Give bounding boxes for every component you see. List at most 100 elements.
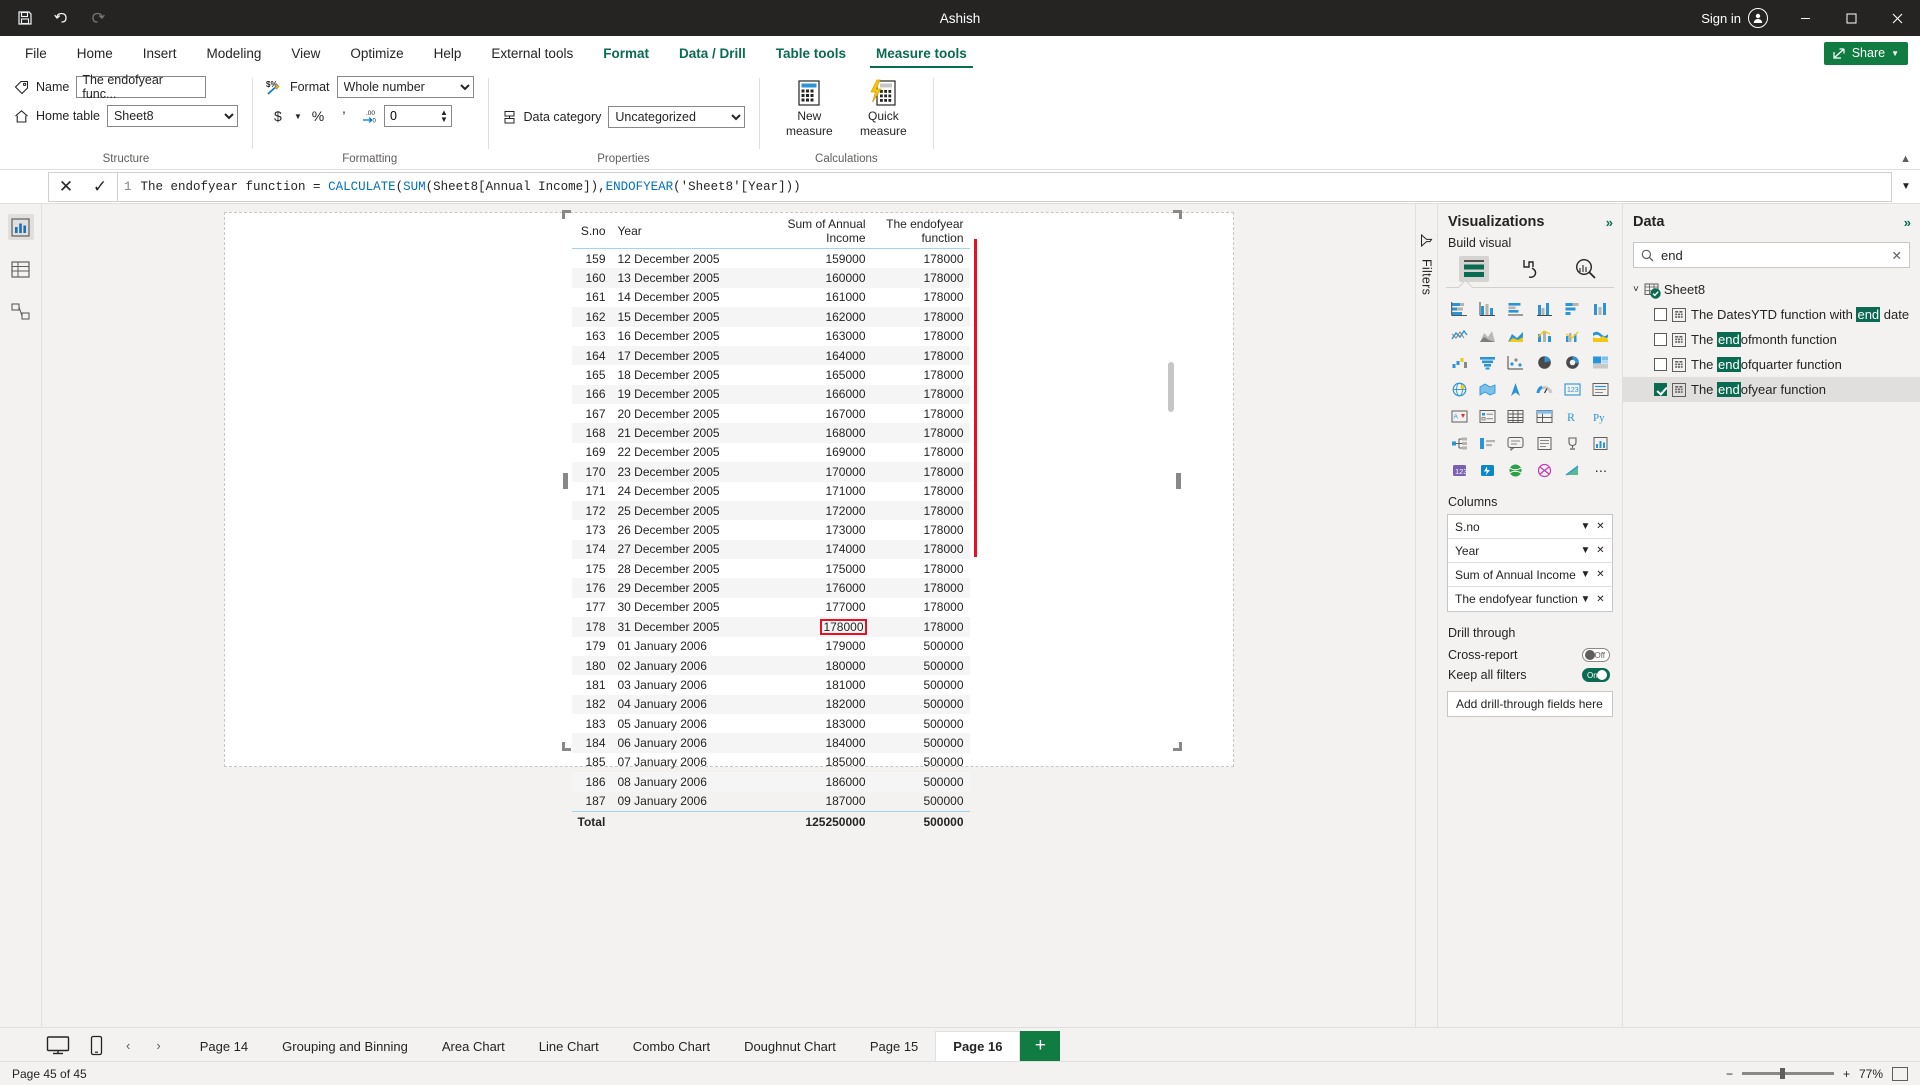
stacked-column-chart-icon[interactable] (1473, 296, 1501, 320)
matrix-cell-sum[interactable]: 182000 (762, 695, 872, 714)
matrix-cell-sum[interactable]: 172000 (762, 501, 872, 520)
dax-formula-input[interactable]: 1 The endofyear function = CALCULATE ( S… (118, 172, 1892, 202)
matrix-cell-year[interactable]: 23 December 2005 (612, 462, 762, 481)
data-field-item[interactable]: The endofyear function (1623, 377, 1920, 402)
scatter-chart-icon[interactable] (1502, 350, 1530, 374)
filters-pane-collapsed[interactable]: Filters (1415, 204, 1437, 1027)
matrix-cell-sno[interactable]: 180 (572, 656, 612, 675)
table-row[interactable]: 15912 December 2005159000178000 (572, 249, 970, 269)
field-well-item-endofyear[interactable]: The endofyear function ▼ ✕ (1448, 587, 1612, 611)
matrix-cell-sum[interactable]: 165000 (762, 365, 872, 384)
matrix-cell-sno[interactable]: 164 (572, 346, 612, 365)
key-influencers-icon[interactable] (1473, 431, 1501, 455)
matrix-cell-sum[interactable]: 159000 (762, 249, 872, 269)
matrix-cell-year[interactable]: 01 January 2006 (612, 637, 762, 656)
page-tab[interactable]: Grouping and Binning (265, 1031, 425, 1061)
more-visuals-icon[interactable]: ⋯ (1587, 458, 1615, 482)
fields-icon[interactable] (1459, 256, 1489, 282)
matrix-cell-sum[interactable]: 179000 (762, 637, 872, 656)
zoom-slider-knob[interactable] (1780, 1068, 1785, 1079)
sign-in-button[interactable]: Sign in (1701, 8, 1782, 28)
paginated-report-icon[interactable] (1587, 431, 1615, 455)
matrix-cell-sum[interactable]: 163000 (762, 327, 872, 346)
matrix-cell-year[interactable]: 30 December 2005 (612, 598, 762, 617)
matrix-cell-endofyear[interactable]: 500000 (872, 714, 970, 733)
visual-resize-handle-left[interactable] (563, 473, 568, 489)
matrix-cell-endofyear[interactable]: 178000 (872, 307, 970, 326)
table-row[interactable]: 16619 December 2005166000178000 (572, 385, 970, 404)
line-stacked-column-chart-icon[interactable] (1530, 323, 1558, 347)
matrix-cell-sno[interactable]: 187 (572, 792, 612, 812)
table-row[interactable]: 16316 December 2005163000178000 (572, 327, 970, 346)
field-chevron-down-icon[interactable]: ▼ (1578, 569, 1593, 580)
matrix-cell-sno[interactable]: 175 (572, 559, 612, 578)
share-chevron-down-icon[interactable]: ▼ (1891, 49, 1899, 58)
undo-icon[interactable] (50, 7, 72, 29)
kpi-icon[interactable]: A (1445, 404, 1473, 428)
matrix-cell-sno[interactable]: 172 (572, 501, 612, 520)
keep-all-filters-toggle[interactable]: On (1582, 668, 1610, 682)
matrix-cell-year[interactable]: 20 December 2005 (612, 404, 762, 423)
format-select[interactable]: Whole number (337, 76, 474, 98)
ribbon-tab-table-tools[interactable]: Table tools (761, 36, 861, 70)
table-row[interactable]: 16518 December 2005165000178000 (572, 365, 970, 384)
donut-chart-icon[interactable] (1558, 350, 1586, 374)
matrix-cell-year[interactable]: 28 December 2005 (612, 559, 762, 578)
next-page-arrow-icon[interactable]: › (152, 1038, 164, 1053)
visual-resize-handle-top-right[interactable] (1173, 210, 1182, 219)
stepper-arrows[interactable]: ▲▼ (437, 109, 451, 123)
q-and-a-icon[interactable] (1502, 431, 1530, 455)
close-button[interactable] (1874, 0, 1920, 36)
new-measure-button[interactable]: New measure (773, 76, 845, 138)
matrix-cell-sum[interactable]: 171000 (762, 482, 872, 501)
decrease-decimal-button[interactable]: .000 (358, 105, 382, 127)
fit-to-page-icon[interactable] (1892, 1067, 1908, 1081)
share-button[interactable]: Share ▼ (1824, 42, 1908, 65)
decimal-places-input[interactable] (385, 106, 437, 126)
matrix-cell-sno[interactable]: 165 (572, 365, 612, 384)
matrix-cell-sno[interactable]: 185 (572, 753, 612, 772)
data-category-select[interactable]: Uncategorized (608, 106, 745, 128)
smart-narrative-icon[interactable] (1530, 431, 1558, 455)
matrix-col-header-year[interactable]: Year (612, 214, 762, 249)
data-search-input[interactable] (1661, 248, 1885, 263)
table-row[interactable]: 16720 December 2005167000178000 (572, 404, 970, 423)
matrix-cell-year[interactable]: 04 January 2006 (612, 695, 762, 714)
matrix-cell-sum[interactable]: 160000 (762, 268, 872, 287)
metrics-trophy-icon[interactable] (1558, 431, 1586, 455)
matrix-cell-endofyear[interactable]: 500000 (872, 772, 970, 791)
matrix-cell-endofyear[interactable]: 178000 (872, 598, 970, 617)
gauge-chart-icon[interactable] (1530, 377, 1558, 401)
stacked-bar-chart-icon[interactable] (1445, 296, 1473, 320)
matrix-cell-year[interactable]: 05 January 2006 (612, 714, 762, 733)
matrix-cell-sum[interactable]: 168000 (762, 423, 872, 442)
field-checkbox[interactable] (1654, 358, 1667, 371)
filled-map-icon[interactable] (1473, 377, 1501, 401)
matrix-cell-sum[interactable]: 161000 (762, 288, 872, 307)
matrix-cell-sum[interactable]: 176000 (762, 578, 872, 597)
page-tab[interactable]: Page 14 (183, 1031, 265, 1061)
matrix-cell-sum[interactable]: 175000 (762, 559, 872, 578)
data-field-item[interactable]: The DatesYTD function with end date (1623, 302, 1920, 327)
field-checkbox[interactable] (1654, 383, 1667, 396)
thousands-separator-button[interactable]: ’ (332, 105, 356, 127)
matrix-cell-endofyear[interactable]: 178000 (872, 578, 970, 597)
funnel-chart-icon[interactable] (1473, 350, 1501, 374)
table-row[interactable]: 18507 January 2006185000500000 (572, 753, 970, 772)
currency-format-button[interactable]: $ (266, 105, 290, 127)
model-view-icon[interactable] (8, 298, 34, 324)
page-tab[interactable]: Page 15 (853, 1031, 935, 1061)
matrix-table[interactable]: S.no Year Sum of Annual Income The endof… (572, 214, 970, 832)
analytics-magnifier-icon[interactable] (1571, 256, 1601, 282)
table-row[interactable]: 16013 December 2005160000178000 (572, 268, 970, 287)
matrix-cell-year[interactable]: 25 December 2005 (612, 501, 762, 520)
matrix-cell-sno[interactable]: 177 (572, 598, 612, 617)
matrix-cell-endofyear[interactable]: 178000 (872, 365, 970, 384)
table-row[interactable]: 17831 December 2005178000178000 (572, 617, 970, 636)
collapse-ribbon-chevron-up-icon[interactable]: ▲ (1900, 153, 1911, 165)
visual-resize-handle-bottom-left[interactable] (562, 742, 571, 751)
matrix-cell-year[interactable]: 22 December 2005 (612, 443, 762, 462)
area-chart-icon[interactable] (1473, 323, 1501, 347)
matrix-cell-sum[interactable]: 181000 (762, 675, 872, 694)
matrix-cell-sum[interactable]: 173000 (762, 520, 872, 539)
